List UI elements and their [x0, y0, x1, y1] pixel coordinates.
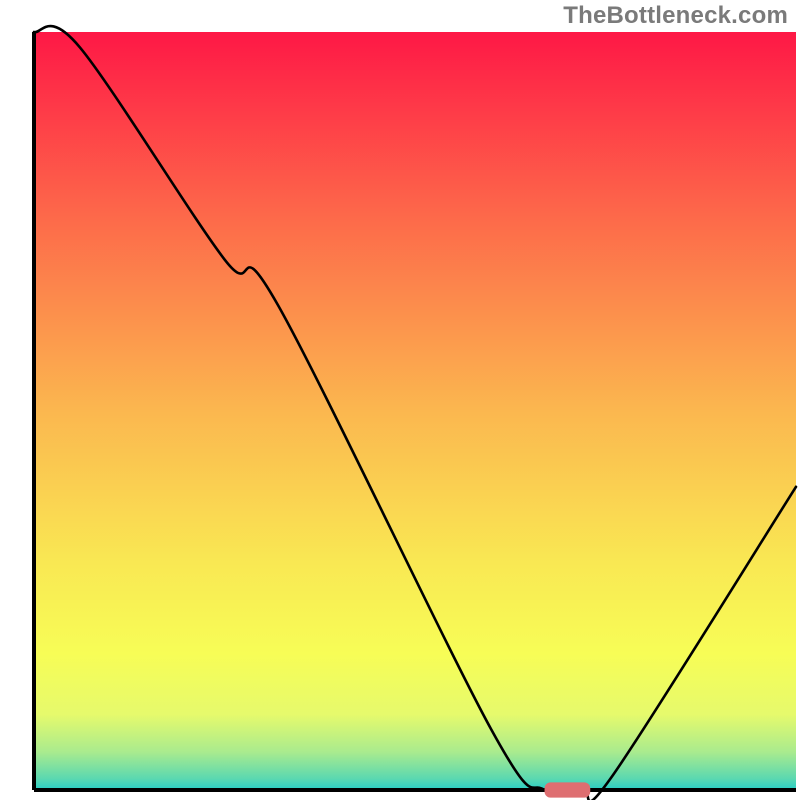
- bottleneck-chart: [0, 0, 800, 800]
- chart-stage: TheBottleneck.com: [0, 0, 800, 800]
- optimal-marker: [545, 782, 591, 797]
